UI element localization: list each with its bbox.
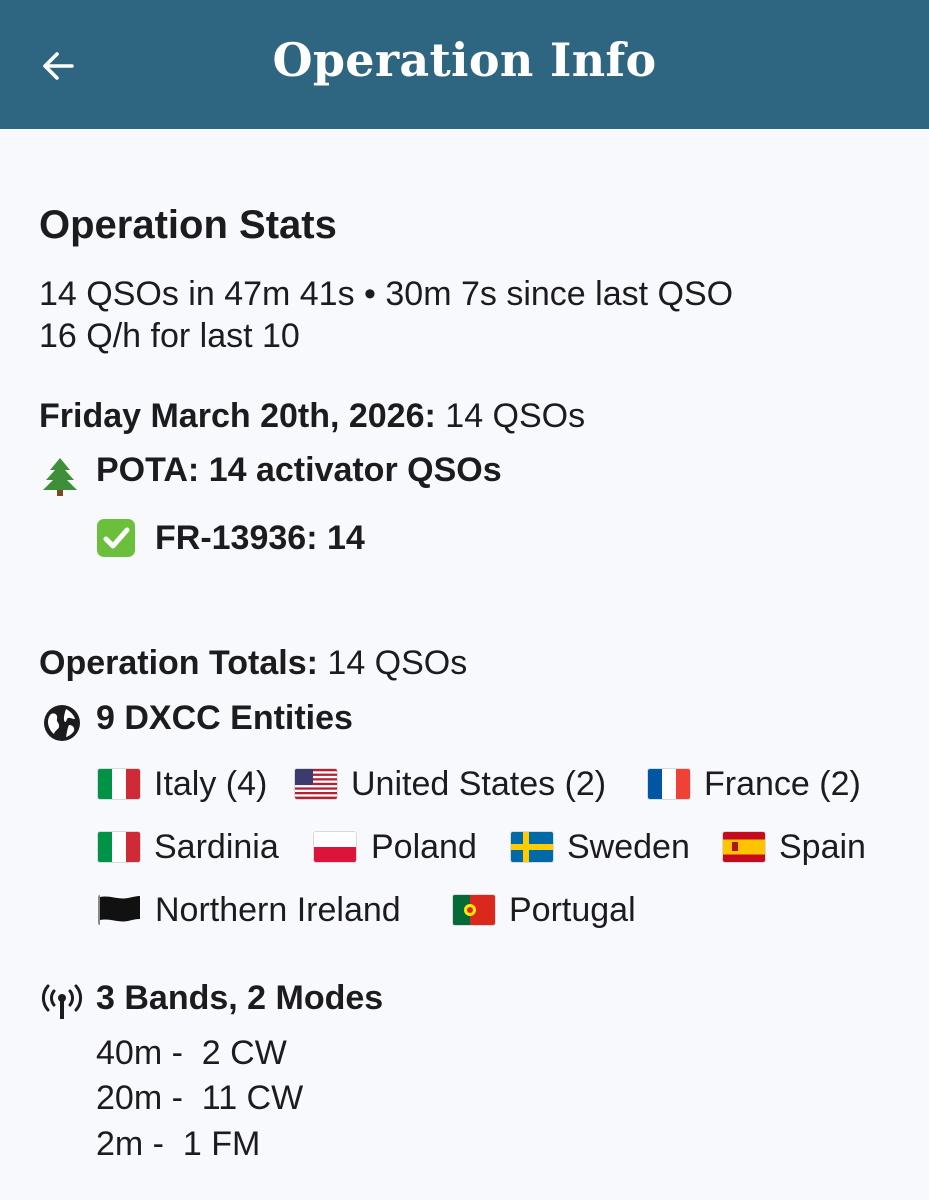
- operation-info-content: Operation Stats 14 QSOs in 47m 41s • 30m…: [0, 129, 929, 1200]
- check-mark-button-icon: [97, 519, 135, 557]
- italy-flag-icon: [98, 769, 140, 799]
- dxcc-entity: Portugal: [509, 891, 636, 929]
- stats-rate: 16 Q/h for last 10: [39, 317, 300, 355]
- totals-label: Operation Totals:: [39, 644, 318, 682]
- sweden-flag-icon: [511, 832, 553, 862]
- totals-count: 14 QSOs: [327, 644, 468, 682]
- band-row: 20m - 11 CW: [96, 1079, 304, 1117]
- dxcc-entity: Poland: [371, 828, 477, 866]
- totals-summary: Operation Totals: 14 QSOs: [39, 644, 467, 683]
- stats-duration: 14 QSOs in 47m 41s • 30m 7s since last Q…: [39, 275, 734, 313]
- black-flag-icon: [98, 895, 140, 925]
- spain-flag-icon: [723, 832, 765, 862]
- bands-modes-summary: 3 Bands, 2 Modes: [96, 979, 384, 1017]
- stats-heading: Operation Stats: [39, 203, 337, 247]
- dxcc-count: 9 DXCC Entities: [96, 699, 353, 737]
- band-row: 40m - 2 CW: [96, 1034, 287, 1072]
- italy-flag-icon: [98, 832, 140, 862]
- day-date-label: Friday March 20th, 2026:: [39, 397, 436, 435]
- antenna-icon: [41, 984, 83, 1019]
- page-title: Operation Info: [272, 33, 657, 87]
- france-flag-icon: [648, 769, 690, 799]
- dxcc-entity: Italy (4): [154, 765, 268, 803]
- park-reference: FR-13936: 14: [155, 519, 365, 557]
- band-row: 2m - 1 FM: [96, 1125, 261, 1163]
- dxcc-entity: United States (2): [351, 765, 607, 803]
- dxcc-entity: Spain: [779, 828, 866, 866]
- evergreen-tree-icon: [43, 458, 77, 496]
- dxcc-entity: Sweden: [567, 828, 690, 866]
- app-bar: Operation Info: [0, 0, 929, 129]
- united-states-flag-icon: [295, 769, 337, 799]
- dxcc-entity: Sardinia: [154, 828, 279, 866]
- pota-summary: POTA: 14 activator QSOs: [96, 451, 502, 489]
- day-summary: Friday March 20th, 2026: 14 QSOs: [39, 397, 585, 436]
- globe-icon: [44, 705, 80, 741]
- dxcc-entity: Northern Ireland: [155, 891, 401, 929]
- portugal-flag-icon: [453, 895, 495, 925]
- poland-flag-icon: [314, 832, 356, 862]
- day-qso-count: 14 QSOs: [445, 397, 586, 435]
- dxcc-entity: France (2): [704, 765, 861, 803]
